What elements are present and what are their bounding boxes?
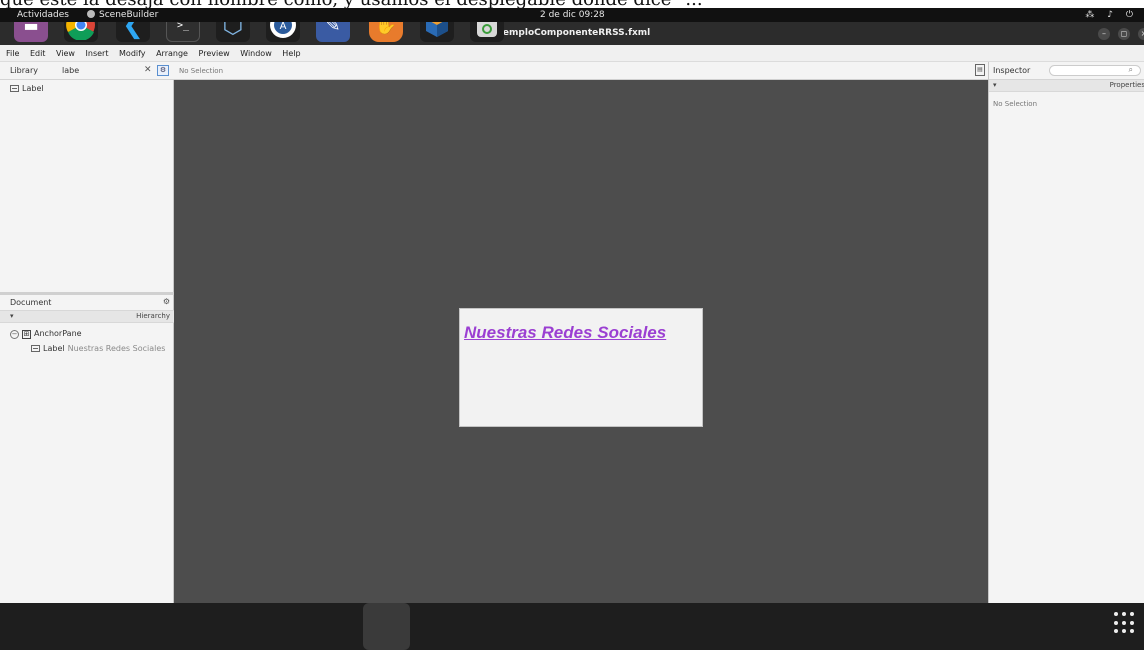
app-grid-icon[interactable] <box>1114 612 1136 634</box>
app-name: SceneBuilder <box>99 10 159 20</box>
clear-search-icon[interactable]: ✕ <box>144 65 152 75</box>
document-header: Document ⚙ <box>0 295 174 311</box>
inspector-header: Inspector ⌕ <box>989 62 1144 80</box>
menu-modify[interactable]: Modify <box>119 49 146 58</box>
tree-node-label-item[interactable]: Label Nuestras Redes Sociales <box>31 344 165 353</box>
collapse-icon[interactable]: − <box>10 330 19 339</box>
anchorpane-preview[interactable]: Nuestras Redes Sociales <box>459 308 703 427</box>
inspector-title: Inspector <box>993 66 1031 75</box>
inspector-empty-text: No Selection <box>993 100 1038 108</box>
library-header: Library ✕ ⚙ <box>0 62 174 80</box>
scenebuilder-app-icon <box>87 10 95 18</box>
inspector-search-input[interactable] <box>1049 65 1141 76</box>
canvas-header: No Selection ▤ <box>174 62 988 80</box>
system-tray[interactable]: ⁂ ♪ ⏻ <box>1085 8 1138 22</box>
activities-button[interactable]: Actividades <box>17 8 69 22</box>
menu-bar: File Edit View Insert Modify Arrange Pre… <box>0 45 1144 62</box>
design-canvas[interactable]: Nuestras Redes Sociales <box>174 80 988 603</box>
library-settings-icon[interactable]: ⚙ <box>157 65 169 76</box>
menu-file[interactable]: File <box>6 49 19 58</box>
menu-arrange[interactable]: Arrange <box>156 49 188 58</box>
maximize-button[interactable]: ◻ <box>1118 28 1130 40</box>
app-menu[interactable]: SceneBuilder <box>87 8 158 22</box>
hierarchy-label: Hierarchy <box>136 312 170 320</box>
library-item-text: Label <box>22 84 44 93</box>
anchorpane-icon: ⊞ <box>22 330 31 339</box>
svg-text:A: A <box>280 21 287 32</box>
chevron-down-icon: ▾ <box>10 312 14 320</box>
desktop: que esté la desaja con nombre como, y us… <box>0 0 1144 650</box>
selection-status: No Selection <box>179 67 224 75</box>
label-icon <box>31 345 40 352</box>
library-item-label[interactable]: Label <box>10 84 44 93</box>
library-title: Library <box>10 66 38 75</box>
tree-node-label: AnchorPane <box>34 329 82 338</box>
menu-window[interactable]: Window <box>240 49 272 58</box>
dock <box>0 603 988 650</box>
menu-preview[interactable]: Preview <box>199 49 230 58</box>
window-title: EjemploComponenteRRSS.fxml <box>493 28 651 38</box>
menu-insert[interactable]: Insert <box>86 49 109 58</box>
label-nuestras-redes-sociales[interactable]: Nuestras Redes Sociales <box>464 323 666 343</box>
gnome-top-bar: Actividades SceneBuilder 2 de dic 09:28 … <box>0 8 1144 22</box>
tree-node-anchorpane[interactable]: − ⊞ AnchorPane <box>10 329 82 339</box>
chevron-down-icon: ▾ <box>993 81 997 89</box>
library-search-input[interactable] <box>54 65 152 76</box>
label-icon <box>10 85 19 92</box>
search-icon: ⌕ <box>1128 65 1133 74</box>
close-button[interactable]: × <box>1138 28 1144 40</box>
right-panel: Inspector ⌕ ▾ Properties No Selection <box>988 62 1144 627</box>
tree-node-type: Label <box>43 344 65 353</box>
clock[interactable]: 2 de dic 09:28 <box>540 8 605 22</box>
menu-view[interactable]: View <box>56 49 75 58</box>
document-settings-icon[interactable]: ⚙ <box>163 297 170 306</box>
dock-active-highlight <box>363 603 410 650</box>
minimize-button[interactable]: – <box>1098 28 1110 40</box>
left-panel: Library ✕ ⚙ Label Document ⚙ ▾ Hierarchy… <box>0 62 174 627</box>
properties-label: Properties <box>1109 81 1144 89</box>
tree-node-value: Nuestras Redes Sociales <box>67 344 166 353</box>
menu-edit[interactable]: Edit <box>30 49 46 58</box>
properties-header[interactable]: ▾ Properties <box>989 80 1144 92</box>
menu-help[interactable]: Help <box>282 49 300 58</box>
hierarchy-header[interactable]: ▾ Hierarchy <box>0 311 174 323</box>
document-icon[interactable]: ▤ <box>975 64 985 76</box>
document-title: Document <box>10 298 52 307</box>
overlay-caption: que esté la desaja con nombre como, y us… <box>0 0 1144 8</box>
